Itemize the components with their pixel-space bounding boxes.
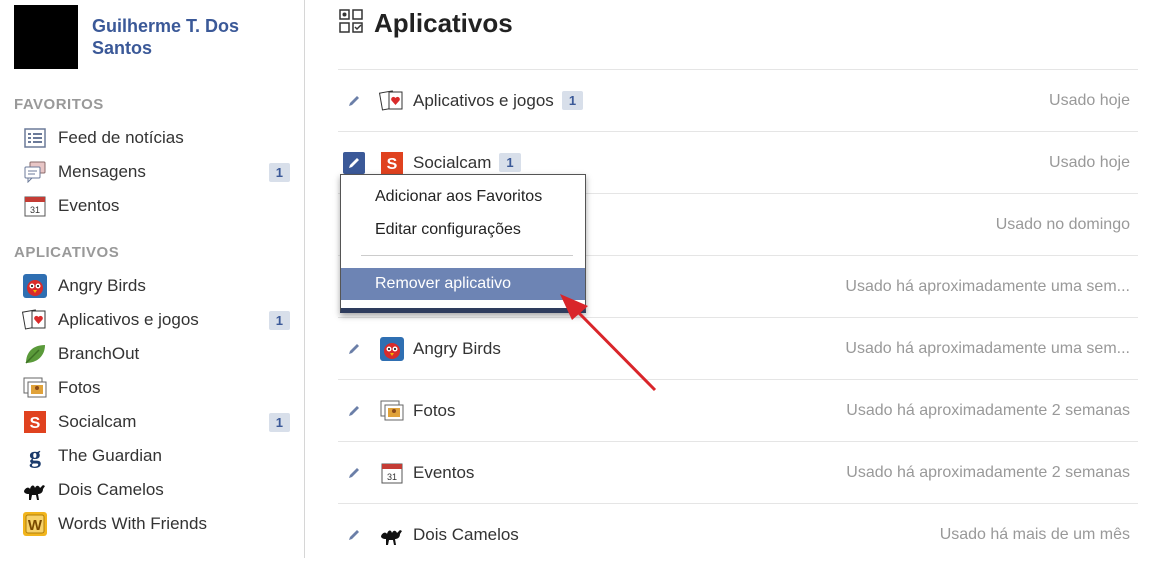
app-row: Fotos Usado há aproximadamente 2 semanas — [338, 379, 1138, 441]
calendar-icon: 31 — [22, 194, 48, 218]
page-header: Aplicativos — [338, 8, 513, 39]
usage-text: Usado há mais de um mês — [939, 525, 1130, 543]
angry-birds-icon — [22, 274, 48, 298]
pencil-edit-icon[interactable] — [343, 338, 365, 360]
app-name[interactable]: Eventos — [413, 463, 474, 483]
count-badge: 1 — [268, 310, 290, 330]
apps-games-icon — [22, 308, 48, 332]
count-badge: 1 — [499, 153, 521, 172]
photos-icon — [22, 376, 48, 400]
pencil-edit-icon[interactable] — [343, 524, 365, 546]
sidebar-item-the-guardian[interactable]: g The Guardian — [22, 441, 290, 471]
sidebar-item-photos[interactable]: Fotos — [22, 373, 290, 403]
guardian-icon: g — [22, 444, 48, 468]
svg-text:31: 31 — [387, 472, 397, 482]
svg-text:S: S — [387, 156, 398, 173]
profile-block: Guilherme T. Dos Santos — [14, 5, 272, 69]
pencil-edit-icon[interactable] — [343, 90, 365, 112]
app-row: Angry Birds Usado há aproximadamente uma… — [338, 317, 1138, 379]
app-row: 31 Eventos Usado há aproximadamente 2 se… — [338, 441, 1138, 503]
svg-text:W: W — [28, 517, 43, 534]
angry-birds-icon — [379, 336, 405, 361]
camel-icon — [379, 523, 405, 547]
apps-grid-icon — [338, 8, 364, 39]
socialcam-icon: S — [379, 151, 405, 175]
add-to-favorites-menu-item[interactable]: Adicionar aos Favoritos — [341, 181, 585, 213]
sidebar-item-label: Socialcam — [58, 412, 137, 431]
app-name[interactable]: Dois Camelos — [413, 525, 519, 545]
sidebar-item-socialcam[interactable]: S Socialcam 1 — [22, 407, 290, 437]
messages-icon — [22, 160, 48, 184]
app-options-menu: Adicionar aos Favoritos Editar configura… — [340, 174, 586, 313]
apps-section-title: APLICATIVOS — [14, 244, 120, 261]
camel-icon — [22, 478, 48, 502]
usage-text: Usado hoje — [1049, 153, 1130, 171]
sidebar-item-label: Angry Birds — [58, 276, 146, 295]
profile-name[interactable]: Guilherme T. Dos Santos — [92, 15, 272, 69]
sidebar-item-messages[interactable]: Mensagens 1 — [22, 157, 290, 187]
pencil-edit-icon[interactable] — [343, 462, 365, 484]
pencil-edit-icon[interactable] — [343, 400, 365, 422]
app-row: Aplicativos e jogos 1 Usado hoje — [338, 69, 1138, 131]
usage-text: Usado há aproximadamente uma sem... — [845, 277, 1130, 295]
sidebar-item-events[interactable]: 31 Eventos — [22, 191, 290, 221]
page-title: Aplicativos — [374, 8, 513, 38]
menu-divider — [361, 255, 573, 256]
app-row: Dois Camelos Usado há mais de um mês — [338, 503, 1138, 565]
sidebar-item-label: Eventos — [58, 196, 120, 215]
sidebar-item-news-feed[interactable]: Feed de notícias — [22, 123, 290, 153]
socialcam-icon: S — [22, 410, 48, 434]
sidebar-item-label: Words With Friends — [58, 514, 207, 533]
apps-games-icon — [379, 89, 405, 113]
sidebar-item-label: The Guardian — [58, 446, 162, 465]
usage-text: Usado há aproximadamente 2 semanas — [846, 401, 1130, 419]
sidebar-item-label: Dois Camelos — [58, 480, 164, 499]
remove-app-menu-item[interactable]: Remover aplicativo — [341, 268, 585, 300]
left-sidebar: Guilherme T. Dos Santos FAVORITOS Feed d… — [0, 0, 305, 558]
usage-text: Usado há aproximadamente 2 semanas — [846, 463, 1130, 481]
sidebar-item-branchout[interactable]: BranchOut — [22, 339, 290, 369]
news-feed-icon — [22, 126, 48, 150]
count-badge: 1 — [561, 91, 584, 110]
branchout-leaf-icon — [22, 342, 48, 366]
words-with-friends-icon: W — [22, 512, 48, 536]
app-name[interactable]: Socialcam — [413, 153, 491, 173]
photos-icon — [379, 399, 405, 423]
count-badge: 1 — [268, 412, 290, 432]
sidebar-item-angry-birds[interactable]: Angry Birds — [22, 271, 290, 301]
calendar-icon: 31 — [379, 461, 405, 485]
svg-text:31: 31 — [30, 205, 40, 215]
app-name[interactable]: Angry Birds — [413, 339, 501, 359]
sidebar-item-label: BranchOut — [58, 344, 140, 363]
sidebar-item-label: Aplicativos e jogos — [58, 310, 199, 329]
avatar[interactable] — [14, 5, 78, 69]
sidebar-item-label: Mensagens — [58, 162, 146, 181]
sidebar-item-label: Fotos — [58, 378, 101, 397]
pencil-edit-icon[interactable] — [343, 151, 365, 174]
svg-text:g: g — [29, 444, 41, 468]
favorites-section-title: FAVORITOS — [14, 96, 104, 113]
sidebar-item-apps-games[interactable]: Aplicativos e jogos 1 — [22, 305, 290, 335]
sidebar-item-words-with-friends[interactable]: W Words With Friends — [22, 509, 290, 539]
svg-text:S: S — [30, 415, 41, 432]
usage-text: Usado hoje — [1049, 91, 1130, 109]
sidebar-item-dois-camelos[interactable]: Dois Camelos — [22, 475, 290, 505]
edit-settings-menu-item[interactable]: Editar configurações — [341, 214, 585, 246]
usage-text: Usado no domingo — [995, 215, 1130, 233]
count-badge: 1 — [268, 162, 290, 182]
app-name[interactable]: Aplicativos e jogos — [413, 91, 554, 111]
app-name[interactable]: Fotos — [413, 401, 456, 421]
usage-text: Usado há aproximadamente uma sem... — [845, 339, 1130, 357]
sidebar-item-label: Feed de notícias — [58, 128, 184, 147]
